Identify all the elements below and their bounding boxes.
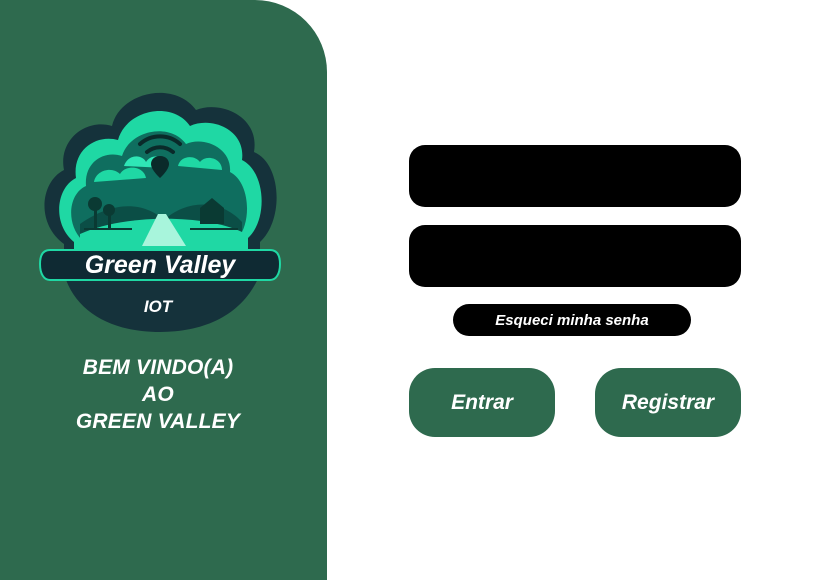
password-field[interactable] [409,225,741,287]
enter-button[interactable]: Entrar [409,368,555,437]
welcome-panel: Green Valley IOT BEM VINDO(A) AO GREEN V… [0,0,327,580]
forgot-password-link[interactable]: Esqueci minha senha [453,304,691,336]
register-button-label: Registrar [621,390,715,414]
login-page: Green Valley IOT BEM VINDO(A) AO GREEN V… [0,0,824,580]
forgot-password-label: Esqueci minha senha [495,311,649,329]
welcome-line-1: BEM VINDO(A) [82,356,234,379]
logo-name: Green Valley [85,251,237,279]
welcome-line-3: GREEN VALLEY [75,410,241,433]
logo-sub: IOT [144,297,174,316]
enter-button-label: Entrar [451,390,513,414]
welcome-message: BEM VINDO(A) AO GREEN VALLEY [0,354,316,435]
green-valley-logo-icon: Green Valley IOT [24,74,296,336]
welcome-line-2: AO [142,383,174,406]
username-field[interactable] [409,145,741,207]
register-button[interactable]: Registrar [595,368,741,437]
